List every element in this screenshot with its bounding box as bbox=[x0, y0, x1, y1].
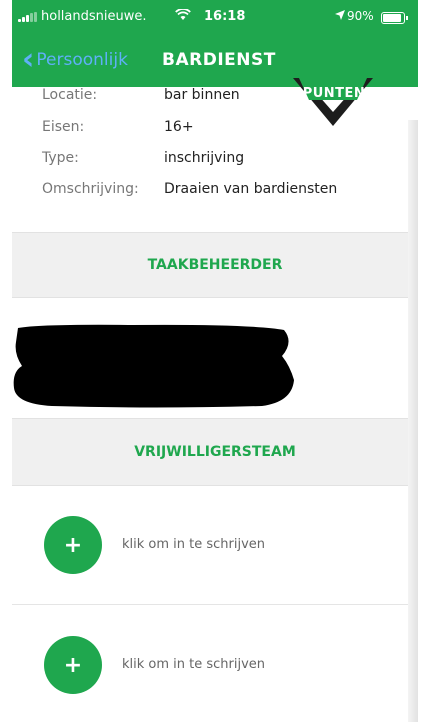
detail-key: Eisen: bbox=[42, 119, 85, 135]
header: hollandsnieuwe. 16:18 90% ‹ Persoonlijk … bbox=[12, 0, 418, 87]
carrier: hollandsnieuwe. bbox=[18, 9, 147, 24]
signup-label: klik om in te schrijven bbox=[122, 537, 266, 552]
page-title: BARDIENST bbox=[162, 50, 276, 70]
back-button[interactable]: ‹ Persoonlijk bbox=[22, 42, 128, 77]
detail-value: inschrijving bbox=[164, 150, 245, 166]
signup-slot[interactable]: + klik om in te schrijven bbox=[12, 486, 418, 605]
badge-label: PUNTEN bbox=[302, 86, 366, 101]
back-label: Persoonlijk bbox=[36, 50, 128, 70]
section-header-taakbeheerder: TAAKBEHEERDER bbox=[12, 232, 418, 298]
app-screen: hollandsnieuwe. 16:18 90% ‹ Persoonlijk … bbox=[12, 0, 418, 722]
battery-icon bbox=[381, 12, 408, 24]
detail-value: bar binnen bbox=[164, 87, 240, 103]
plus-icon[interactable]: + bbox=[44, 636, 102, 694]
redacted-name bbox=[12, 322, 295, 408]
signup-label: klik om in te schrijven bbox=[122, 657, 266, 672]
detail-key: Locatie: bbox=[42, 87, 98, 103]
detail-key: Omschrijving: bbox=[42, 181, 139, 197]
battery-percentage: 90% bbox=[347, 9, 374, 23]
chevron-left-icon: ‹ bbox=[22, 42, 35, 77]
section-header-vrijwilligersteam: VRIJWILLIGERSTEAM bbox=[12, 418, 418, 486]
detail-key: Type: bbox=[42, 150, 79, 166]
signup-slot[interactable]: + klik om in te schrijven bbox=[12, 606, 418, 722]
page-margin bbox=[418, 0, 433, 722]
plus-icon[interactable]: + bbox=[44, 516, 102, 574]
wifi-icon bbox=[175, 8, 191, 25]
detail-value: Draaien van bardiensten bbox=[164, 181, 338, 197]
carrier-name: hollandsnieuwe. bbox=[41, 9, 147, 24]
status-time: 16:18 bbox=[204, 9, 246, 24]
navigation-bar: ‹ Persoonlijk BARDIENST bbox=[12, 44, 418, 78]
signal-icon bbox=[18, 11, 37, 22]
punten-badge: PUNTEN bbox=[285, 78, 381, 130]
screen-edge-shadow bbox=[408, 120, 418, 722]
status-bar: hollandsnieuwe. 16:18 90% bbox=[12, 7, 418, 27]
detail-value: 16+ bbox=[164, 119, 194, 135]
location-arrow-icon bbox=[335, 9, 345, 23]
